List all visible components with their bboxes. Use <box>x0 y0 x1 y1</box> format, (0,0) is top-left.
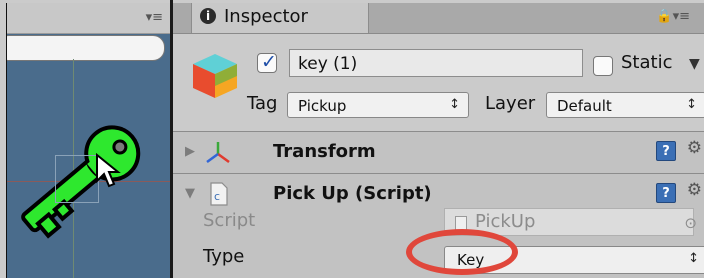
tag-dropdown[interactable]: Pickup ↕ <box>287 92 469 118</box>
annotation-highlight-ring <box>406 229 518 275</box>
gameobject-header: ✓ key (1) Static ▼ Tag Pickup ↕ Layer De… <box>173 34 704 132</box>
active-checkbox[interactable]: ✓ <box>257 51 277 73</box>
gear-icon[interactable]: ⚙ <box>687 138 702 158</box>
mouse-cursor-icon <box>96 153 121 188</box>
tab-inspector[interactable]: i Inspector <box>191 3 369 33</box>
inspector-panel: i Inspector 🔒▾≡ ✓ key (1) Static ▼ Tag P… <box>173 3 704 278</box>
transform-title: Transform <box>273 141 376 162</box>
scene-view[interactable]: ▾≡ <box>6 3 171 278</box>
pickup-title: Pick Up (Script) <box>273 183 432 204</box>
script-label: Script <box>203 210 256 231</box>
updown-arrow-icon: ↕ <box>688 251 699 266</box>
checkmark-icon: ✓ <box>261 51 277 73</box>
help-icon[interactable]: ? <box>656 183 676 203</box>
lock-icon[interactable]: 🔒▾≡ <box>656 9 690 24</box>
tab-inspector-label: Inspector <box>224 6 308 27</box>
transform-component-header[interactable]: ▶ Transform ? ⚙ <box>173 132 704 174</box>
info-icon: i <box>200 8 216 24</box>
layer-label: Layer <box>485 93 536 114</box>
object-picker-icon: ⊙ <box>684 214 697 232</box>
foldout-expanded-icon[interactable]: ▼ <box>185 186 195 201</box>
static-label: Static <box>621 52 673 73</box>
inspector-tabbar: i Inspector 🔒▾≡ <box>173 3 704 34</box>
updown-arrow-icon: ↕ <box>686 97 697 112</box>
svg-text:c: c <box>214 190 220 203</box>
selection-bounds <box>55 155 99 203</box>
static-dropdown-icon[interactable]: ▼ <box>689 56 700 72</box>
foldout-collapsed-icon[interactable]: ▶ <box>185 144 195 159</box>
pickup-component-header[interactable]: ▼ c Pick Up (Script) ? ⚙ <box>173 174 704 210</box>
help-icon[interactable]: ? <box>656 141 676 161</box>
script-value: PickUp <box>475 211 536 232</box>
transform-axes-icon <box>206 142 230 164</box>
layer-value: Default <box>557 97 612 115</box>
updown-arrow-icon: ↕ <box>449 97 460 112</box>
gear-icon[interactable]: ⚙ <box>687 180 702 200</box>
static-checkbox[interactable] <box>593 56 613 76</box>
gameobject-name-input[interactable]: key (1) <box>289 49 583 77</box>
key-sprite[interactable] <box>7 3 171 278</box>
cube-icon <box>193 54 237 98</box>
unity-editor: ▾≡ i Inspector 🔒▾≡ ✓ key (1) Static ▼ Ta… <box>0 0 704 278</box>
layer-dropdown[interactable]: Default ↕ <box>546 92 704 118</box>
tag-label: Tag <box>247 93 278 114</box>
script-file-icon: c <box>210 182 228 206</box>
type-label: Type <box>203 246 245 267</box>
tag-value: Pickup <box>298 97 347 115</box>
